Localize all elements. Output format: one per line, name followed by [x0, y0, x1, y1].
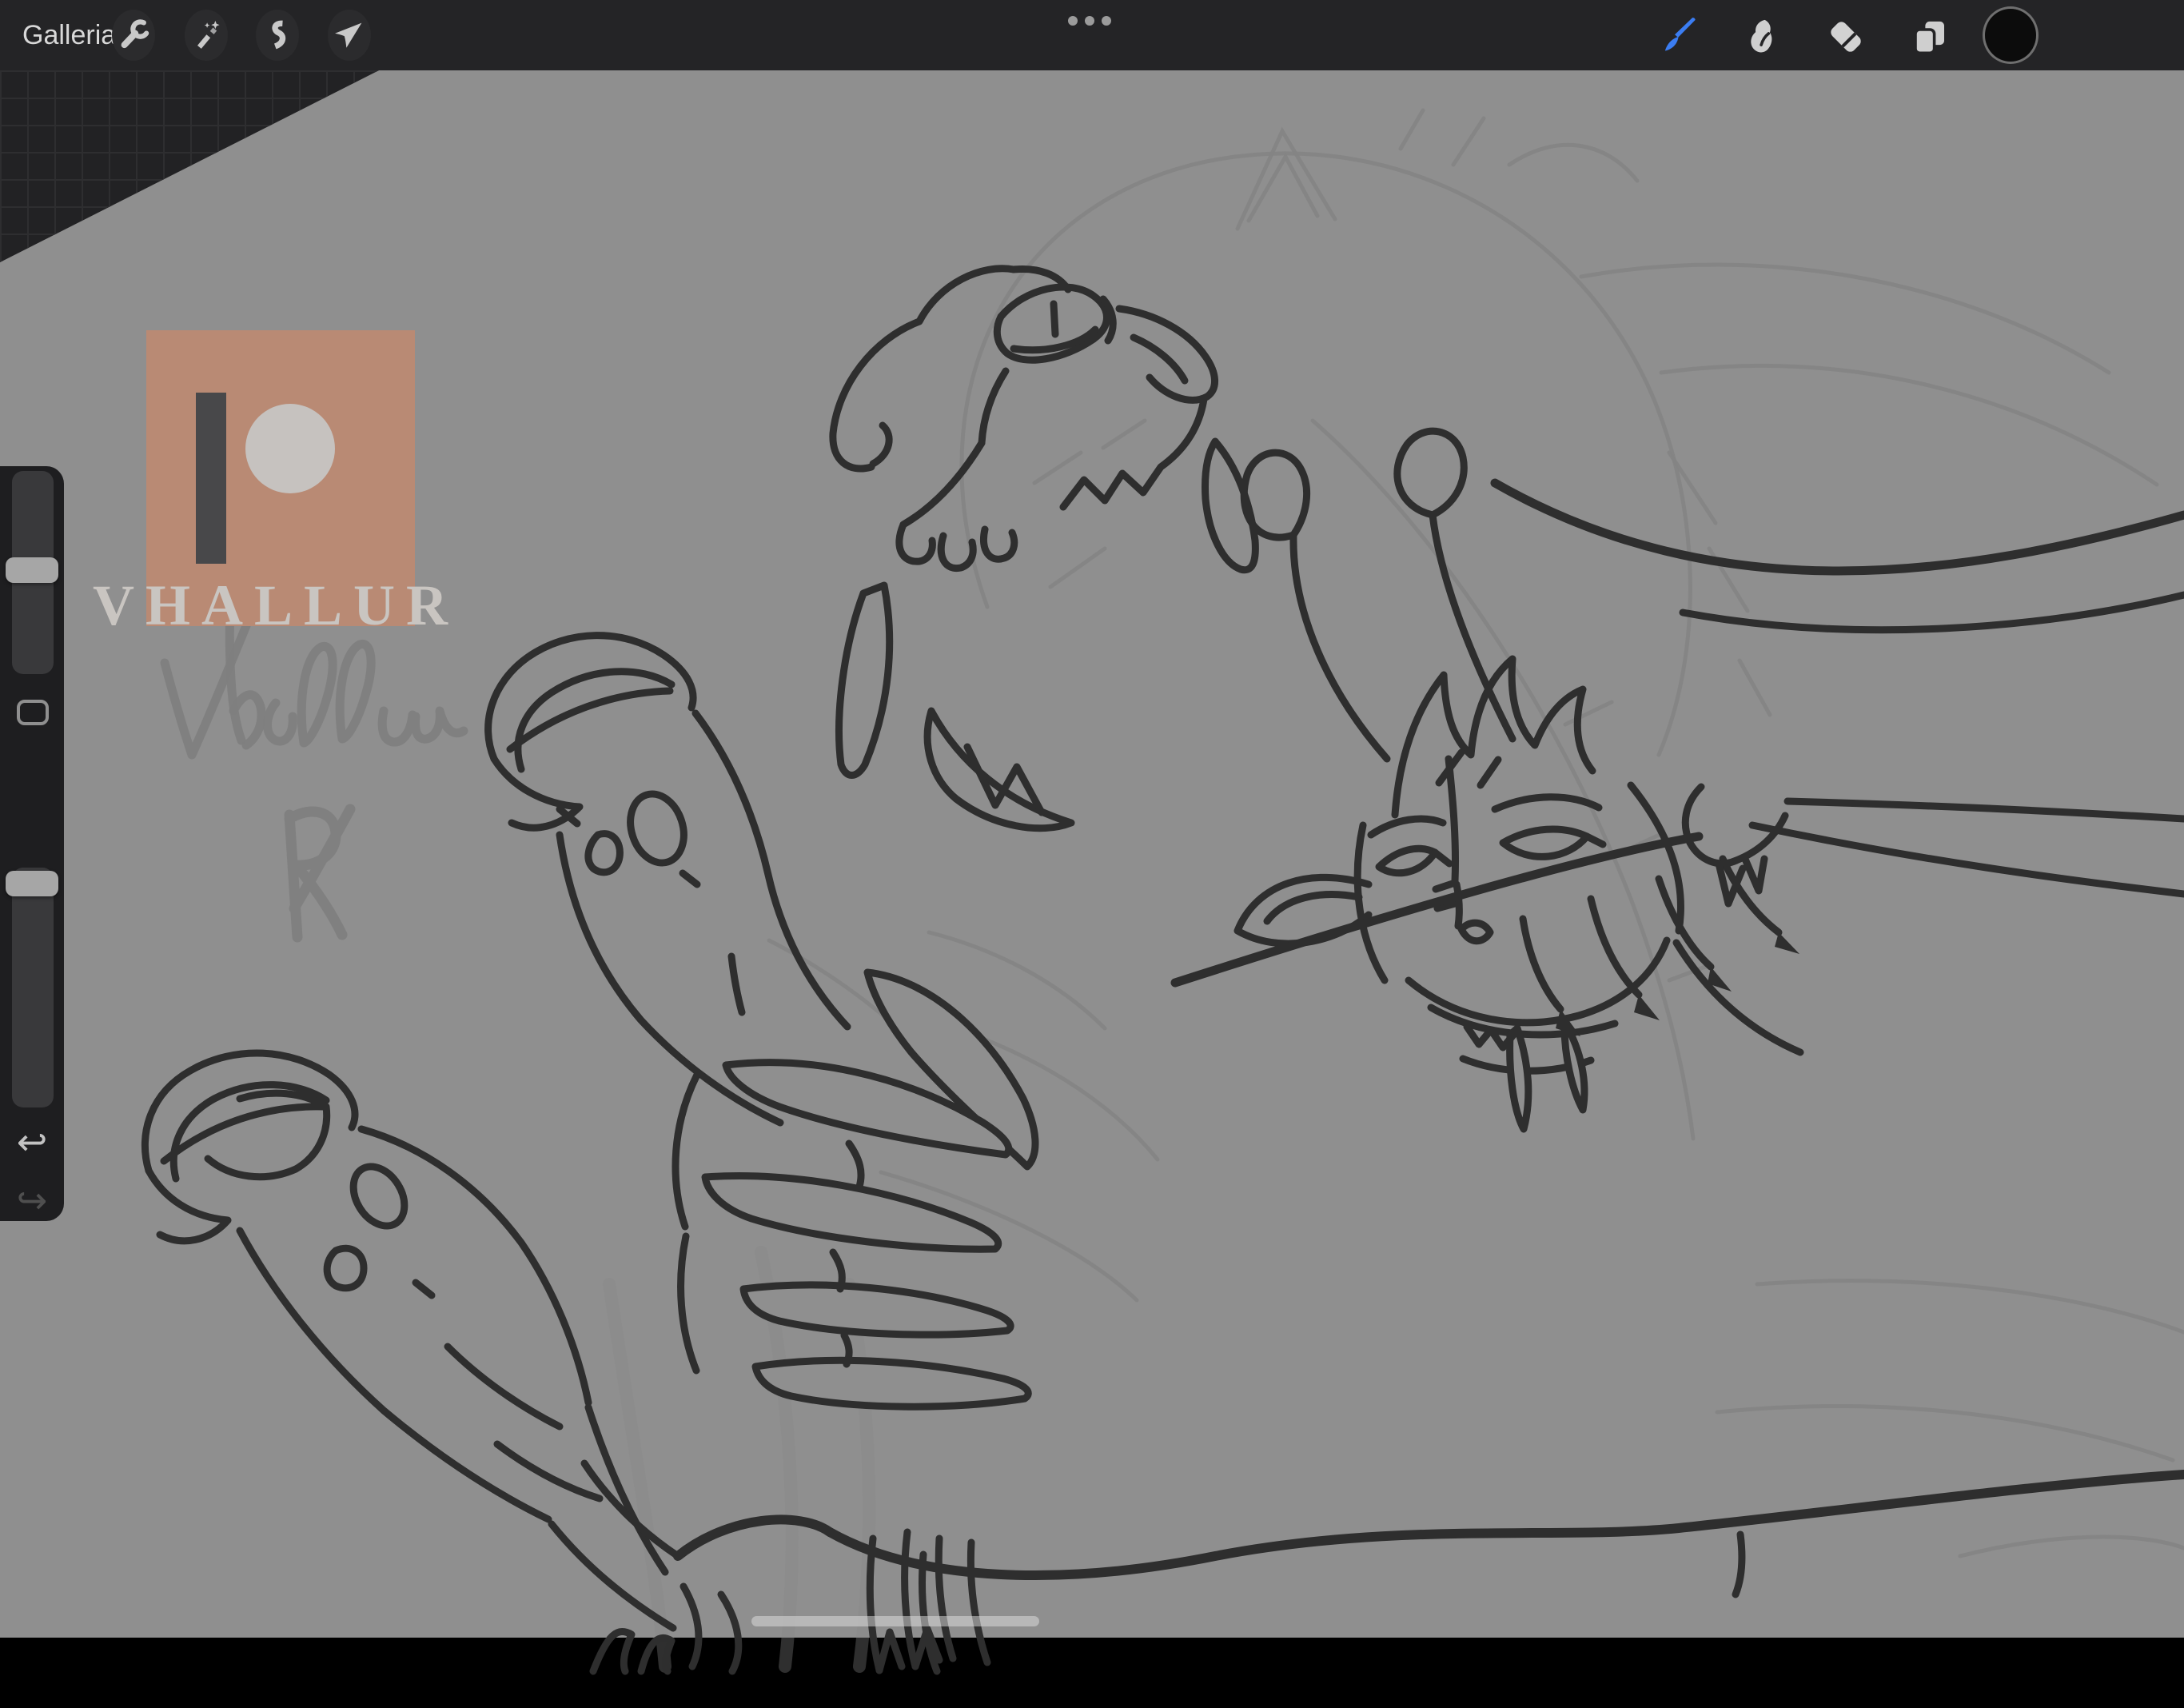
undo-icon: ↩ — [17, 1121, 48, 1163]
actions-button[interactable] — [112, 10, 155, 61]
brush-icon — [1657, 15, 1700, 58]
brush-sidebar: ↩ ↪ — [0, 466, 64, 1221]
ellipsis-dot — [1068, 16, 1078, 26]
eraser-icon — [1824, 15, 1867, 58]
patreon-logo-bar — [196, 393, 226, 564]
brush-size-slider-handle[interactable] — [6, 557, 58, 583]
watermark-brand: VHALLUR — [60, 573, 492, 639]
ellipsis-dot — [1102, 16, 1111, 26]
sketch-underdrawing — [609, 110, 2184, 1666]
opacity-slider[interactable] — [12, 868, 54, 1107]
erase-tool-button[interactable] — [1823, 14, 1868, 59]
wrench-icon — [116, 18, 151, 53]
sketch-hoof-digit-upper — [488, 636, 847, 1123]
gallery-button[interactable]: Galleria — [22, 0, 116, 70]
magic-wand-icon — [189, 18, 224, 53]
redo-icon: ↪ — [17, 1179, 48, 1221]
top-toolbar: Galleria — [0, 0, 2184, 70]
layers-icon — [1908, 15, 1951, 58]
undo-button[interactable]: ↩ — [0, 1118, 64, 1166]
sketch-demon-face — [1237, 431, 1800, 1129]
home-indicator[interactable] — [751, 1616, 1039, 1626]
smudge-tool-button[interactable] — [1738, 14, 1783, 59]
adjustments-button[interactable] — [185, 10, 228, 61]
transform-button[interactable] — [328, 10, 371, 61]
opacity-slider-handle[interactable] — [6, 871, 58, 896]
artwork-sketch — [0, 70, 2184, 1708]
modify-button[interactable] — [17, 700, 49, 725]
ellipsis-dot — [1085, 16, 1094, 26]
patreon-logo-circle — [245, 404, 335, 493]
paint-tool-button[interactable] — [1656, 14, 1701, 59]
sketch-skull — [833, 269, 1256, 828]
drawing-canvas[interactable]: VHALLUR — [0, 70, 2184, 1638]
color-swatch-button[interactable] — [1983, 6, 2039, 64]
overflow-menu[interactable] — [1068, 16, 1111, 26]
smudge-icon — [1739, 15, 1782, 58]
selection-s-icon — [260, 18, 295, 53]
redo-button[interactable]: ↪ — [0, 1176, 64, 1224]
selection-button[interactable] — [256, 10, 299, 61]
transform-arrow-icon — [332, 18, 367, 53]
sketch-hoof-digit-lower — [145, 1053, 673, 1628]
sketch-belly-fur — [584, 1463, 2184, 1671]
layers-button[interactable] — [1907, 14, 1952, 59]
